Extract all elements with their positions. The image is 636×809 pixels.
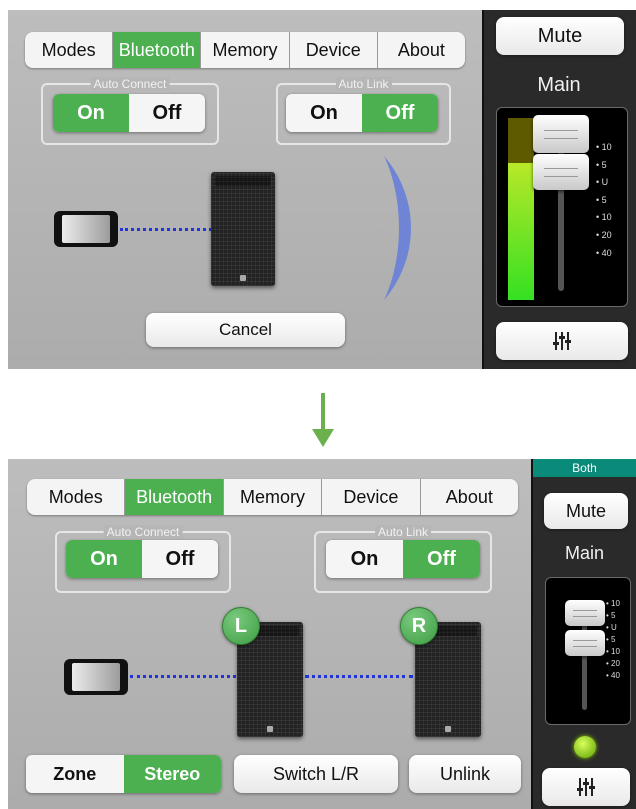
link-dots-right <box>305 675 413 678</box>
auto-link-label: Auto Link <box>374 525 432 539</box>
fader-panel: • 10 • 5 • U • 5 • 10 • 20 • 40 <box>545 577 631 725</box>
zone-button[interactable]: Zone <box>26 755 124 793</box>
fader-knob-top[interactable] <box>533 115 589 153</box>
auto-connect-on-button[interactable]: On <box>66 540 142 578</box>
speaker-icon <box>211 172 275 286</box>
tab-bluetooth[interactable]: Bluetooth <box>125 479 224 515</box>
tab-device[interactable]: Device <box>290 32 378 68</box>
tab-memory[interactable]: Memory <box>224 479 323 515</box>
fader-knob[interactable] <box>533 154 589 190</box>
scale-label: • 40 <box>606 671 620 680</box>
fader-scale: • 10 • 5 • U • 5 • 10 • 20 • 40 <box>606 598 620 682</box>
main-area: Modes Bluetooth Memory Device About Auto… <box>8 10 482 369</box>
scale-label: • 10 <box>596 212 612 223</box>
mute-button[interactable]: Mute <box>544 493 628 529</box>
down-arrow-icon <box>312 393 334 447</box>
auto-connect-label: Auto Connect <box>90 77 170 91</box>
phone-icon <box>64 659 128 695</box>
before-screen: Modes Bluetooth Memory Device About Auto… <box>8 10 636 369</box>
tab-device[interactable]: Device <box>322 479 421 515</box>
scale-label: • 5 <box>596 159 607 170</box>
tab-memory[interactable]: Memory <box>201 32 290 68</box>
auto-link-on-button[interactable]: On <box>326 540 403 578</box>
cancel-button[interactable]: Cancel <box>146 313 345 347</box>
auto-link-toggle: On Off <box>326 540 480 578</box>
phone-icon <box>54 211 118 247</box>
mixer-sliders-icon <box>577 778 595 796</box>
scale-label: • U <box>606 623 617 632</box>
fader-knob[interactable] <box>565 630 605 656</box>
scale-label: • 40 <box>596 247 612 258</box>
mixer-sliders-icon <box>553 332 571 350</box>
link-dots-left <box>130 675 236 678</box>
mixer-button[interactable] <box>496 322 628 360</box>
auto-connect-toggle: On Off <box>53 94 205 132</box>
tab-about[interactable]: About <box>421 479 518 515</box>
scale-label: • 5 <box>606 635 616 644</box>
fader-scale: • 10 • 5 • U • 5 • 10 • 20 • 40 <box>596 139 612 262</box>
status-led-icon <box>574 736 596 758</box>
unlink-button[interactable]: Unlink <box>409 755 521 793</box>
fader-panel: • 10 • 5 • U • 5 • 10 • 20 • 40 <box>496 107 628 307</box>
main-area: Modes Bluetooth Memory Device About Auto… <box>8 459 531 809</box>
right-channel-badge: R <box>400 607 438 645</box>
auto-link-toggle: On Off <box>286 94 438 132</box>
auto-link-on-button[interactable]: On <box>286 94 362 132</box>
scale-label: • 10 <box>596 142 612 152</box>
auto-connect-off-button[interactable]: Off <box>129 94 205 132</box>
level-meter <box>508 163 534 300</box>
tab-both[interactable]: Both <box>533 459 636 477</box>
scale-label: • 10 <box>606 647 620 656</box>
tab-bluetooth[interactable]: Bluetooth <box>113 32 202 68</box>
tab-modes[interactable]: Modes <box>25 32 114 68</box>
scale-label: • 10 <box>606 599 620 608</box>
scale-label: • U <box>596 177 609 188</box>
stereo-button[interactable]: Stereo <box>123 755 221 793</box>
scale-label: • 5 <box>606 611 616 620</box>
scale-label: • 5 <box>596 194 607 205</box>
side-panel: Both Mute Main • 10 • 5 • U • 5 • 10 • 2… <box>531 459 636 809</box>
auto-connect-off-button[interactable]: Off <box>142 540 218 578</box>
channel-label: Main <box>564 543 604 563</box>
tab-bar: Modes Bluetooth Memory Device About <box>25 32 465 68</box>
side-panel: Mute Main • 10 • 5 • U • 5 • 10 • 20 • 4… <box>482 10 636 369</box>
scale-label: • 20 <box>596 229 612 240</box>
auto-link-off-button[interactable]: Off <box>362 94 438 132</box>
left-channel-badge: L <box>222 607 260 645</box>
tab-bar: Modes Bluetooth Memory Device About <box>27 479 518 515</box>
zone-stereo-toggle: Zone Stereo <box>26 755 221 793</box>
auto-connect-toggle: On Off <box>66 540 218 578</box>
mixer-button[interactable] <box>542 768 630 806</box>
tab-about[interactable]: About <box>378 32 465 68</box>
after-screen: Modes Bluetooth Memory Device About Auto… <box>8 459 636 809</box>
auto-connect-label: Auto Connect <box>103 525 183 539</box>
auto-connect-on-button[interactable]: On <box>53 94 129 132</box>
link-dots <box>120 228 212 231</box>
auto-link-off-button[interactable]: Off <box>403 540 480 578</box>
auto-link-label: Auto Link <box>335 77 392 91</box>
switch-lr-button[interactable]: Switch L/R <box>234 755 398 793</box>
mute-button[interactable]: Mute <box>496 17 624 55</box>
tab-modes[interactable]: Modes <box>27 479 126 515</box>
meter-peak <box>508 118 534 163</box>
signal-arc-icon <box>384 156 411 300</box>
fader-knob-top[interactable] <box>565 600 605 626</box>
channel-label: Main <box>537 74 581 96</box>
scale-label: • 20 <box>606 659 620 668</box>
